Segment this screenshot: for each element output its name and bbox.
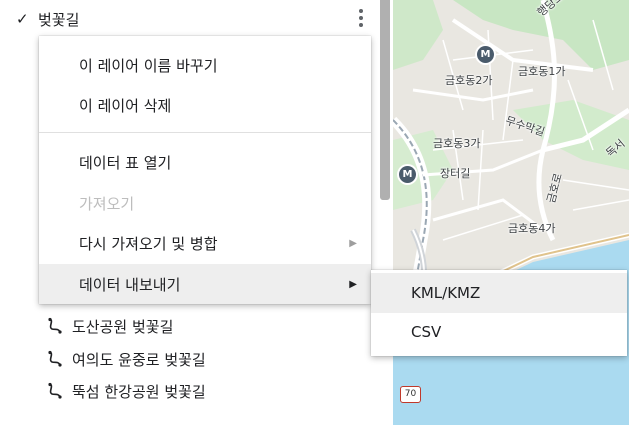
metro-station-icon[interactable]: M (399, 166, 416, 183)
menu-item-rename-layer[interactable]: 이 레이어 이름 바꾸기 (39, 45, 371, 85)
layer-header: ✓ 벚꽃길 (16, 6, 79, 32)
feature-list-item[interactable]: 뚝섬 한강공원 벚꽃길 (46, 379, 206, 403)
menu-item-delete-layer[interactable]: 이 레이어 삭제 (39, 85, 371, 125)
map-canvas[interactable]: 행당로 금호동1가 금호동2가 무수막길 금호동3가 장터길 금호로 금호동4가… (393, 0, 629, 425)
submenu-arrow-icon: ▶ (349, 278, 357, 290)
layer-visibility-checkbox[interactable]: ✓ (16, 12, 30, 27)
line-path-icon (48, 317, 62, 334)
menu-item-export-csv[interactable]: CSV (371, 312, 627, 352)
menu-item-export-data[interactable]: 데이터 내보내기 ▶ (39, 264, 371, 304)
layer-options-icon[interactable] (351, 7, 371, 33)
map-label: 금호동1가 (518, 65, 566, 78)
menu-item-label: 데이터 표 열기 (79, 153, 172, 172)
map-label: 금호동4가 (508, 222, 556, 235)
route-shield-icon: 70 (400, 386, 421, 403)
menu-item-label: 이 레이어 삭제 (79, 96, 172, 115)
metro-station-icon[interactable]: M (477, 46, 494, 63)
export-submenu: KML/KMZ CSV (371, 270, 627, 356)
line-path-icon (48, 382, 62, 399)
layer-options-menu: 이 레이어 이름 바꾸기 이 레이어 삭제 데이터 표 열기 가져오기 다시 가… (39, 36, 371, 304)
feature-label: 뚝섬 한강공원 벚꽃길 (72, 382, 206, 401)
panel-scrollbar[interactable] (380, 0, 390, 200)
feature-list-item[interactable]: 여의도 윤중로 벚꽃길 (46, 347, 206, 371)
submenu-arrow-icon: ▶ (349, 237, 357, 249)
menu-item-label: KML/KMZ (411, 284, 481, 302)
map-label: 금호동3가 (433, 137, 481, 150)
menu-item-label: CSV (411, 323, 442, 341)
menu-item-label: 다시 가져오기 및 병합 (79, 234, 218, 253)
line-path-icon (48, 350, 62, 367)
menu-divider (39, 132, 371, 133)
menu-item-open-data-table[interactable]: 데이터 표 열기 (39, 142, 371, 182)
map-label: 금호동2가 (445, 74, 493, 87)
menu-item-label: 이 레이어 이름 바꾸기 (79, 56, 218, 75)
feature-list-item[interactable]: 도산공원 벚꽃길 (46, 314, 173, 338)
menu-item-label: 데이터 내보내기 (79, 275, 181, 294)
map-base (393, 0, 629, 425)
menu-item-reimport-merge[interactable]: 다시 가져오기 및 병합 ▶ (39, 223, 371, 263)
menu-item-label: 가져오기 (79, 194, 135, 213)
layer-title[interactable]: 벚꽃길 (38, 9, 79, 30)
feature-label: 도산공원 벚꽃길 (72, 317, 174, 336)
menu-item-export-kml-kmz[interactable]: KML/KMZ (371, 273, 627, 313)
feature-label: 여의도 윤중로 벚꽃길 (72, 350, 206, 369)
menu-item-import: 가져오기 (39, 183, 371, 223)
map-label: 장터길 (440, 167, 471, 180)
